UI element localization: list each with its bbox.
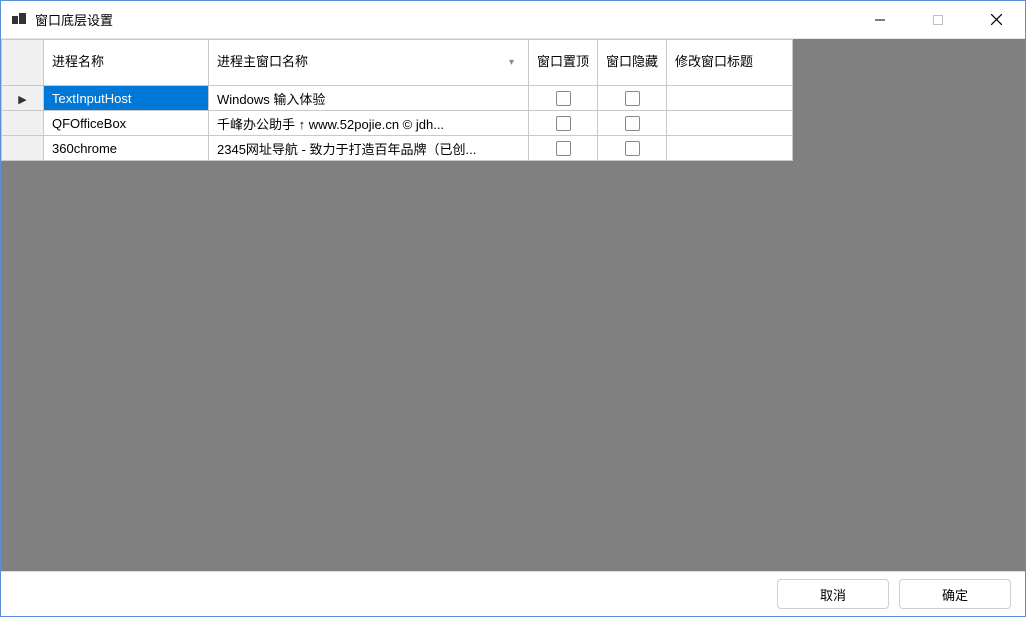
titlebar: 窗口底层设置	[1, 1, 1025, 39]
current-row-indicator-icon: ▶	[18, 93, 26, 106]
column-header-hidden[interactable]: 窗口隐藏	[598, 40, 667, 86]
checkbox[interactable]	[625, 91, 640, 106]
cell-main-window-title[interactable]: 千峰办公助手 ↑ www.52pojie.cn © jdh...	[209, 111, 529, 136]
sort-indicator-icon: ▾	[509, 56, 520, 69]
cell-modify-title[interactable]	[667, 86, 793, 111]
dialog-footer: 取消 确定	[1, 571, 1025, 616]
column-header-main-window-title[interactable]: 进程主窗口名称 ▾	[209, 40, 529, 86]
column-label: 修改窗口标题	[675, 54, 753, 71]
checkbox[interactable]	[556, 141, 571, 156]
column-header-process-name[interactable]: 进程名称	[44, 40, 209, 86]
checkbox[interactable]	[556, 91, 571, 106]
cell-topmost[interactable]	[529, 111, 598, 136]
cell-modify-title[interactable]	[667, 136, 793, 161]
column-label: 进程主窗口名称	[217, 54, 308, 71]
ok-button[interactable]: 确定	[899, 579, 1011, 609]
cell-hidden[interactable]	[598, 136, 667, 161]
checkbox[interactable]	[556, 116, 571, 131]
column-header-topmost[interactable]: 窗口置顶	[529, 40, 598, 86]
cell-hidden[interactable]	[598, 111, 667, 136]
checkbox[interactable]	[625, 141, 640, 156]
checkbox[interactable]	[625, 116, 640, 131]
app-icon	[11, 12, 27, 28]
column-label: 窗口置顶	[537, 54, 589, 71]
row-header-cell[interactable]	[2, 136, 44, 161]
window-settings-table[interactable]: 进程名称 进程主窗口名称 ▾ 窗口置顶 窗口隐藏 修改窗口标题 ▶ TextInp…	[1, 39, 793, 161]
cell-main-window-title[interactable]: 2345网址导航 - 致力于打造百年品牌（已创...	[209, 136, 529, 161]
column-header-modify-title[interactable]: 修改窗口标题	[667, 40, 793, 86]
close-button[interactable]	[967, 1, 1025, 38]
table-row[interactable]: QFOfficeBox 千峰办公助手 ↑ www.52pojie.cn © jd…	[2, 111, 793, 136]
cell-process-name[interactable]: TextInputHost	[44, 86, 209, 111]
main-content-area: 进程名称 进程主窗口名称 ▾ 窗口置顶 窗口隐藏 修改窗口标题 ▶ TextInp…	[1, 39, 1025, 571]
maximize-button[interactable]	[909, 1, 967, 38]
cancel-button[interactable]: 取消	[777, 579, 889, 609]
table-row[interactable]: 360chrome 2345网址导航 - 致力于打造百年品牌（已创...	[2, 136, 793, 161]
column-header-rowselector[interactable]	[2, 40, 44, 86]
cell-topmost[interactable]	[529, 136, 598, 161]
window-title: 窗口底层设置	[35, 10, 851, 29]
row-header-cell[interactable]	[2, 111, 44, 136]
column-label: 窗口隐藏	[606, 54, 658, 71]
window-controls	[851, 1, 1025, 38]
cell-topmost[interactable]	[529, 86, 598, 111]
cell-main-window-title[interactable]: Windows 输入体验	[209, 86, 529, 111]
cell-process-name[interactable]: 360chrome	[44, 136, 209, 161]
column-label: 进程名称	[52, 54, 104, 71]
table-row[interactable]: ▶ TextInputHost Windows 输入体验	[2, 86, 793, 111]
minimize-button[interactable]	[851, 1, 909, 38]
cell-modify-title[interactable]	[667, 111, 793, 136]
row-header-cell[interactable]: ▶	[2, 86, 44, 111]
cell-hidden[interactable]	[598, 86, 667, 111]
cell-process-name[interactable]: QFOfficeBox	[44, 111, 209, 136]
table-header-row: 进程名称 进程主窗口名称 ▾ 窗口置顶 窗口隐藏 修改窗口标题	[2, 40, 793, 86]
